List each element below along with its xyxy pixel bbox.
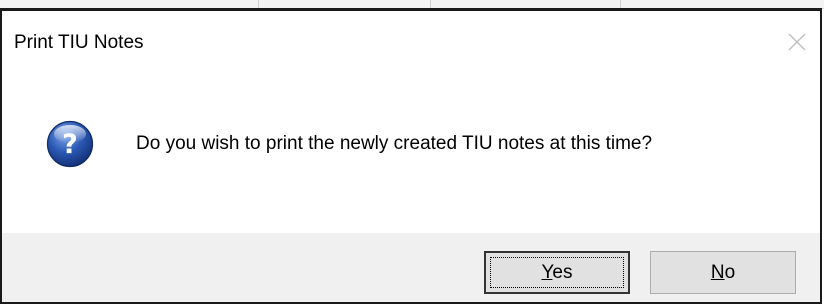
- dialog-body: ? Do you wish to print the newly created…: [2, 71, 820, 233]
- title-bar: Print TIU Notes: [2, 11, 820, 71]
- close-button[interactable]: [780, 25, 814, 59]
- button-bar: Yes No: [2, 233, 820, 302]
- svg-text:?: ?: [62, 129, 78, 160]
- close-icon: [788, 33, 806, 51]
- no-button-label: No: [710, 261, 736, 283]
- yes-button-label: Yes: [541, 261, 573, 283]
- message-dialog: Print TIU Notes ? Do you wish to print t…: [0, 8, 822, 304]
- yes-button[interactable]: Yes: [484, 251, 630, 294]
- question-icon: ?: [46, 120, 94, 168]
- dialog-title: Print TIU Notes: [14, 32, 144, 53]
- no-button[interactable]: No: [650, 251, 796, 294]
- dialog-message: Do you wish to print the newly created T…: [136, 133, 653, 154]
